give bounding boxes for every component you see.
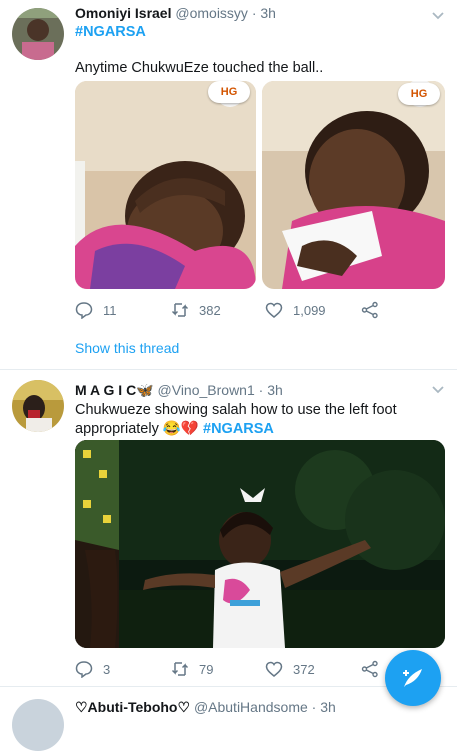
reply-button[interactable]: 3 bbox=[75, 658, 110, 680]
tweet-header: Omoniyi Israel @omoissyy · 3h bbox=[75, 5, 276, 21]
tweet-text-line: Chukwueze showing salah how to use the l… bbox=[75, 402, 397, 418]
like-icon bbox=[265, 661, 283, 677]
tweet-2[interactable]: M A G I C🦋 @Vino_Brown1 · 3h Chukwueze s… bbox=[0, 370, 457, 687]
butterfly-icon: 🦋 bbox=[136, 382, 154, 398]
share-icon bbox=[361, 301, 378, 319]
like-button[interactable]: 372 bbox=[265, 658, 315, 680]
compose-button[interactable] bbox=[385, 650, 441, 706]
share-button[interactable] bbox=[361, 299, 379, 321]
tweet-media[interactable] bbox=[75, 440, 445, 648]
avatar[interactable] bbox=[12, 699, 64, 751]
author-handle[interactable]: @Vino_Brown1 bbox=[158, 382, 255, 398]
tweet-media-1[interactable] bbox=[75, 81, 256, 289]
author-name[interactable]: ♡Abuti-Teboho♡ bbox=[75, 699, 190, 715]
reply-icon bbox=[75, 302, 93, 319]
author-name-text: M A G I C bbox=[75, 382, 137, 398]
retweet-icon bbox=[171, 662, 189, 676]
retweet-button[interactable]: 79 bbox=[171, 658, 213, 680]
tweet-text: Chukwueze showing salah how to use the l… bbox=[75, 401, 445, 439]
chevron-down-icon[interactable] bbox=[431, 383, 445, 397]
reply-count: 11 bbox=[103, 302, 117, 318]
author-name[interactable]: Omoniyi Israel bbox=[75, 5, 171, 21]
tweet-1[interactable]: Omoniyi Israel @omoissyy · 3h #NGARSA An… bbox=[0, 0, 457, 370]
tweet-header: ♡Abuti-Teboho♡ @AbutiHandsome · 3h bbox=[75, 699, 336, 716]
share-button[interactable] bbox=[361, 658, 379, 680]
reply-count: 3 bbox=[103, 661, 111, 677]
tweet-time: · 3h bbox=[311, 699, 336, 715]
tweet-text: Anytime ChukwuEze touched the ball.. bbox=[75, 60, 324, 76]
retweet-count: 79 bbox=[199, 661, 214, 677]
retweet-button[interactable]: 382 bbox=[171, 299, 221, 321]
tweet-time: · 3h bbox=[251, 5, 276, 21]
hashtag-line[interactable]: #NGARSA bbox=[75, 23, 445, 42]
hashtag[interactable]: #NGARSA bbox=[203, 421, 274, 437]
retweet-icon bbox=[171, 303, 189, 317]
like-icon bbox=[265, 302, 283, 318]
avatar[interactable] bbox=[12, 8, 64, 60]
tweet-time: · 3h bbox=[258, 382, 283, 398]
author-name[interactable]: M A G I C🦋 bbox=[75, 382, 154, 398]
media-badge: HG bbox=[208, 81, 250, 103]
like-count: 372 bbox=[293, 661, 315, 677]
tweet-header: M A G I C🦋 @Vino_Brown1 · 3h bbox=[75, 382, 283, 399]
tweet-actions: 3 79 372 bbox=[75, 658, 395, 680]
reply-button[interactable]: 11 bbox=[75, 299, 117, 321]
share-icon bbox=[361, 660, 378, 678]
chevron-down-icon[interactable] bbox=[431, 9, 445, 23]
like-count: 1,099 bbox=[293, 302, 326, 318]
author-handle[interactable]: @omoissyy bbox=[175, 5, 248, 21]
avatar[interactable] bbox=[12, 380, 64, 432]
retweet-count: 382 bbox=[199, 302, 221, 318]
media-badge-2: HG bbox=[398, 83, 440, 105]
tweet-text-line: appropriately bbox=[75, 421, 159, 437]
reply-icon bbox=[75, 661, 93, 678]
tweet-media-2[interactable] bbox=[262, 81, 445, 289]
badge-label: HG bbox=[220, 86, 238, 98]
compose-icon bbox=[403, 669, 422, 687]
like-button[interactable]: 1,099 bbox=[265, 299, 326, 321]
show-thread-link[interactable]: Show this thread bbox=[75, 340, 179, 356]
badge-label: HG bbox=[410, 88, 428, 100]
tweet-actions: 11 382 1,099 bbox=[75, 299, 395, 321]
author-handle[interactable]: @AbutiHandsome bbox=[194, 699, 308, 715]
emoji-text: 😂💔 bbox=[162, 421, 199, 437]
